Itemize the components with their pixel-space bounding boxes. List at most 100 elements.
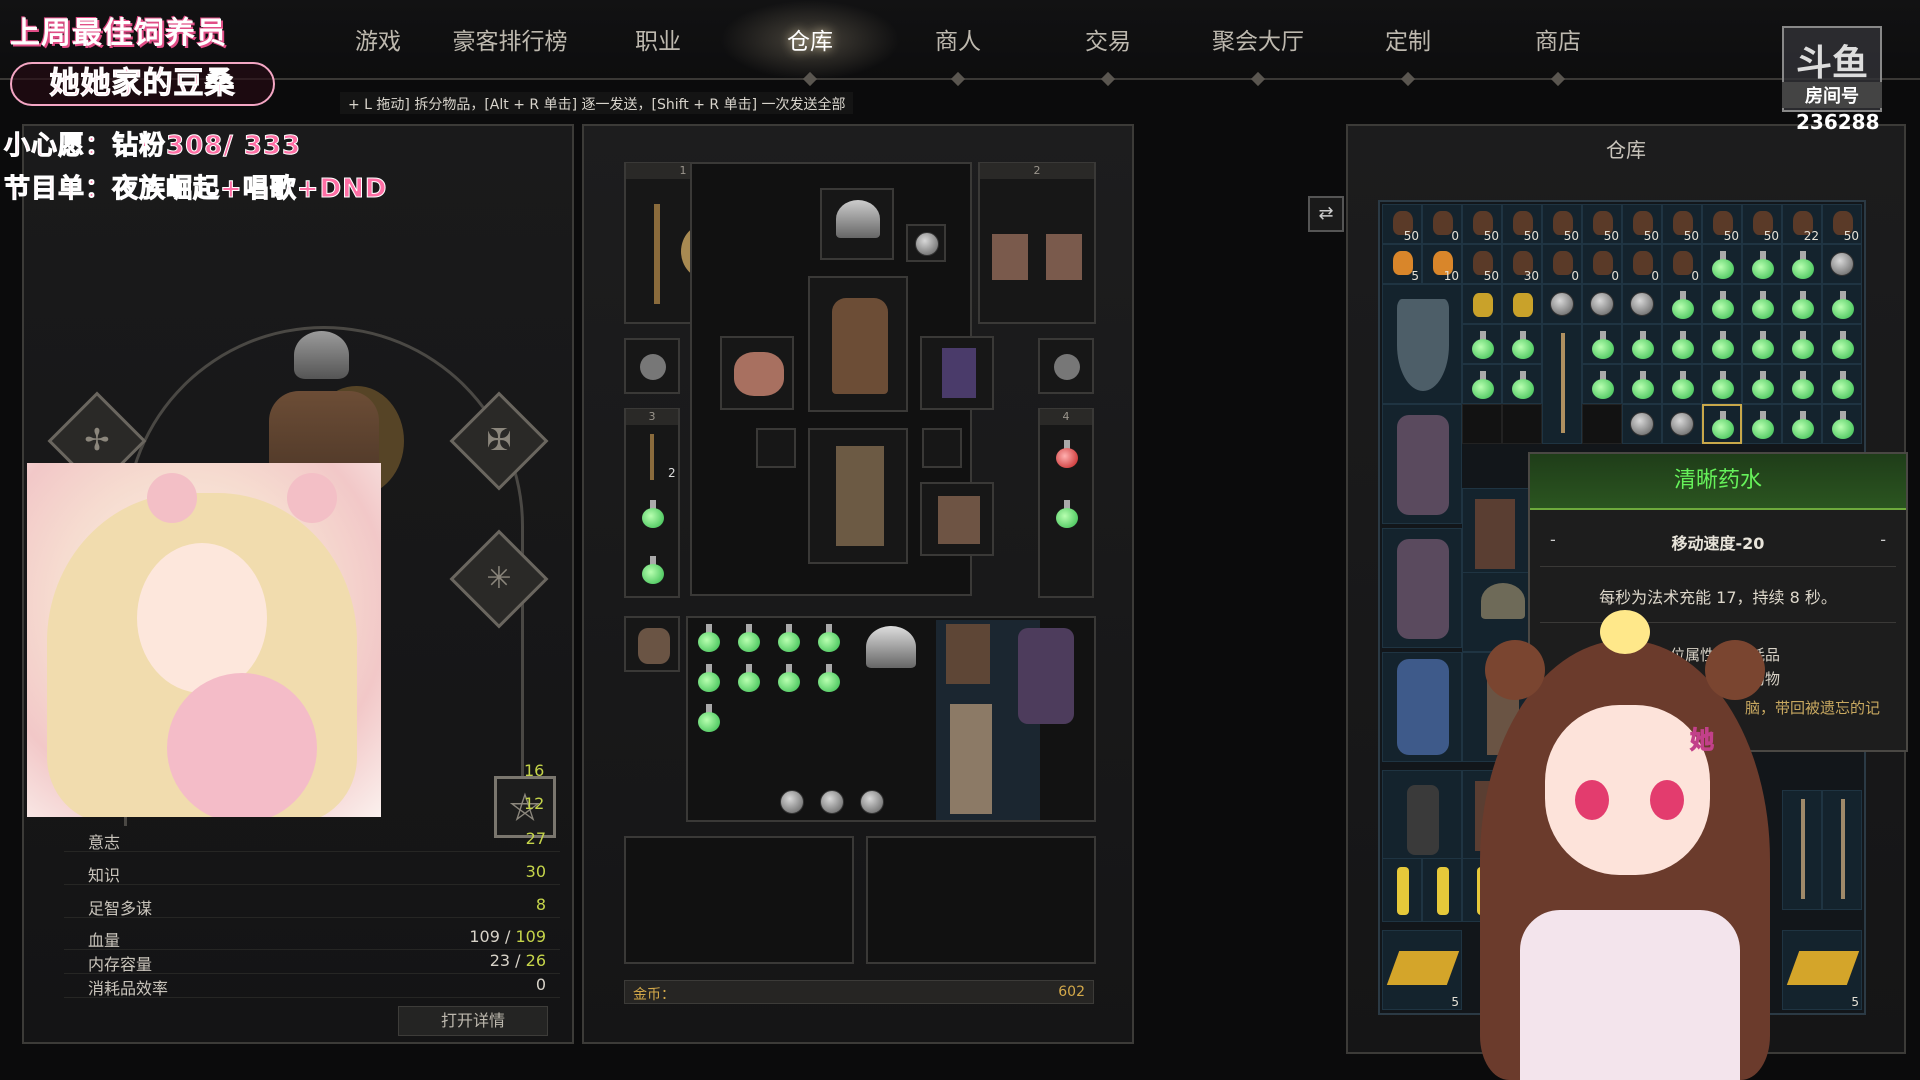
storage-cell[interactable] <box>1462 324 1502 364</box>
tab-trade[interactable]: 交易 <box>1085 22 1131 56</box>
storage-cell-empty[interactable] <box>1582 404 1622 444</box>
storage-cell[interactable]: 50 <box>1742 204 1782 244</box>
tab-games[interactable]: 游戏 <box>355 22 401 56</box>
storage-cell[interactable] <box>1822 244 1862 284</box>
feet-slot[interactable] <box>920 482 994 556</box>
storage-cell[interactable] <box>1622 404 1662 444</box>
tab-customize[interactable]: 定制 <box>1385 22 1431 56</box>
storage-cell[interactable] <box>1662 364 1702 404</box>
storage-cell[interactable] <box>1702 284 1742 324</box>
storage-cell[interactable]: 22 <box>1782 204 1822 244</box>
storage-cell[interactable] <box>1702 244 1742 284</box>
storage-cell[interactable] <box>1382 652 1462 762</box>
boots-icon[interactable] <box>946 624 990 684</box>
storage-cell[interactable]: 50 <box>1822 204 1862 244</box>
storage-cell[interactable] <box>1822 324 1862 364</box>
storage-cell[interactable] <box>1782 404 1822 444</box>
head-slot[interactable] <box>820 188 894 260</box>
backpack-slot[interactable] <box>624 616 680 672</box>
potion-icon[interactable] <box>778 624 800 652</box>
storage-cell[interactable] <box>1822 284 1862 324</box>
storage-cell[interactable]: 5 <box>1382 244 1422 284</box>
storage-cell[interactable]: 50 <box>1502 204 1542 244</box>
storage-cell[interactable] <box>1742 284 1782 324</box>
coin-icon[interactable] <box>820 790 844 814</box>
storage-cell[interactable] <box>1742 404 1782 444</box>
storage-cell[interactable] <box>1822 790 1862 910</box>
quick-slot-3[interactable]: 3 2 <box>624 408 680 598</box>
storage-cell[interactable]: 50 <box>1702 204 1742 244</box>
tab-leaderboard[interactable]: 豪客排行榜 <box>453 22 568 56</box>
storage-cell[interactable]: 30 <box>1502 244 1542 284</box>
storage-cell[interactable] <box>1662 404 1702 444</box>
storage-cell[interactable] <box>1582 324 1622 364</box>
storage-cell[interactable] <box>1662 284 1702 324</box>
chest-slot[interactable] <box>808 276 908 412</box>
open-details-button[interactable]: 打开详情 <box>398 1006 548 1036</box>
storage-cell[interactable] <box>1742 324 1782 364</box>
storage-cell[interactable] <box>1782 284 1822 324</box>
utility-slot-left[interactable] <box>624 338 680 394</box>
storage-cell[interactable] <box>1742 364 1782 404</box>
storage-cell[interactable] <box>1782 324 1822 364</box>
storage-cell[interactable] <box>1502 324 1542 364</box>
storage-cell-selected[interactable] <box>1702 404 1742 444</box>
storage-cell[interactable] <box>1702 324 1742 364</box>
storage-cell[interactable] <box>1782 364 1822 404</box>
storage-cell[interactable] <box>1382 528 1462 648</box>
storage-cell[interactable] <box>1622 324 1662 364</box>
storage-cell[interactable] <box>1622 364 1662 404</box>
storage-cell[interactable] <box>1622 284 1662 324</box>
storage-cell[interactable] <box>1382 284 1462 404</box>
storage-cell[interactable]: 0 <box>1622 244 1662 284</box>
storage-cell[interactable] <box>1542 324 1582 444</box>
storage-cell[interactable] <box>1382 404 1462 524</box>
storage-cell[interactable] <box>1742 244 1782 284</box>
storage-cell[interactable] <box>1502 364 1542 404</box>
storage-cell[interactable] <box>1422 858 1462 922</box>
weapon-slot-2[interactable]: 2 <box>978 162 1096 324</box>
storage-cell[interactable] <box>1382 858 1422 922</box>
storage-cell[interactable] <box>1702 364 1742 404</box>
potion-icon[interactable] <box>738 664 760 692</box>
storage-cell[interactable]: 50 <box>1382 204 1422 244</box>
potion-icon[interactable] <box>698 624 720 652</box>
storage-cell-empty[interactable] <box>1502 404 1542 444</box>
storage-cell[interactable]: 50 <box>1622 204 1662 244</box>
hands-slot[interactable] <box>720 336 794 410</box>
potion-icon[interactable] <box>698 704 720 732</box>
tab-gathering-hall[interactable]: 聚会大厅 <box>1212 22 1304 56</box>
tab-storage[interactable]: 仓库 <box>787 22 833 56</box>
ring-slot-right[interactable] <box>922 428 962 468</box>
storage-cell[interactable] <box>1822 404 1862 444</box>
storage-cell[interactable]: 10 <box>1422 244 1462 284</box>
storage-cell[interactable]: 50 <box>1462 204 1502 244</box>
tab-class[interactable]: 职业 <box>635 22 681 56</box>
storage-cell[interactable] <box>1582 364 1622 404</box>
storage-cell[interactable] <box>1582 284 1622 324</box>
storage-cell[interactable]: 0 <box>1662 244 1702 284</box>
swap-icon[interactable]: ⇄ <box>1308 196 1344 232</box>
storage-cell[interactable] <box>1542 284 1582 324</box>
storage-cell[interactable] <box>1822 364 1862 404</box>
back-slot[interactable] <box>920 336 994 410</box>
storage-cell[interactable] <box>1462 284 1502 324</box>
coin-icon[interactable] <box>780 790 804 814</box>
coin-icon[interactable] <box>860 790 884 814</box>
ring-slot-left[interactable] <box>756 428 796 468</box>
storage-cell[interactable]: 0 <box>1542 244 1582 284</box>
storage-cell[interactable] <box>1782 244 1822 284</box>
storage-cell[interactable]: 0 <box>1422 204 1462 244</box>
storage-cell[interactable] <box>1462 364 1502 404</box>
storage-cell[interactable] <box>1382 770 1462 870</box>
storage-cell-empty[interactable] <box>1462 404 1502 444</box>
storage-cell[interactable] <box>1662 324 1702 364</box>
quick-slot-4[interactable]: 4 <box>1038 408 1094 598</box>
storage-cell[interactable]: 0 <box>1582 244 1622 284</box>
potion-icon[interactable] <box>818 624 840 652</box>
necklace-slot[interactable] <box>906 224 946 262</box>
tab-shop[interactable]: 商店 <box>1535 22 1581 56</box>
potion-icon[interactable] <box>738 624 760 652</box>
storage-cell[interactable] <box>1502 284 1542 324</box>
potion-icon[interactable] <box>818 664 840 692</box>
